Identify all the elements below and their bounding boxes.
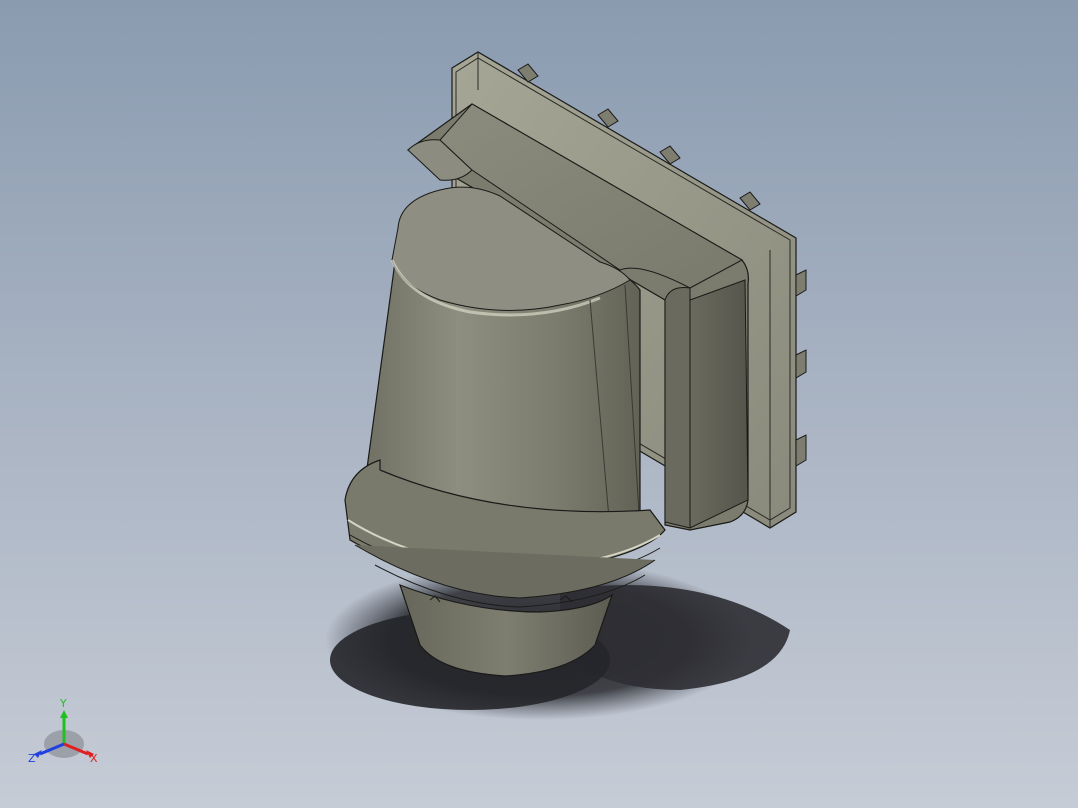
triad-y-label: Y [59,697,67,710]
triad-z-label: Z [28,752,36,765]
triad-x-label: X [90,752,98,765]
orientation-triad[interactable]: Y X Z [24,692,108,776]
graphics-viewport[interactable]: Y X Z [0,0,1078,808]
triad-y-arrow-icon [60,710,68,718]
3d-model[interactable] [0,0,1078,808]
